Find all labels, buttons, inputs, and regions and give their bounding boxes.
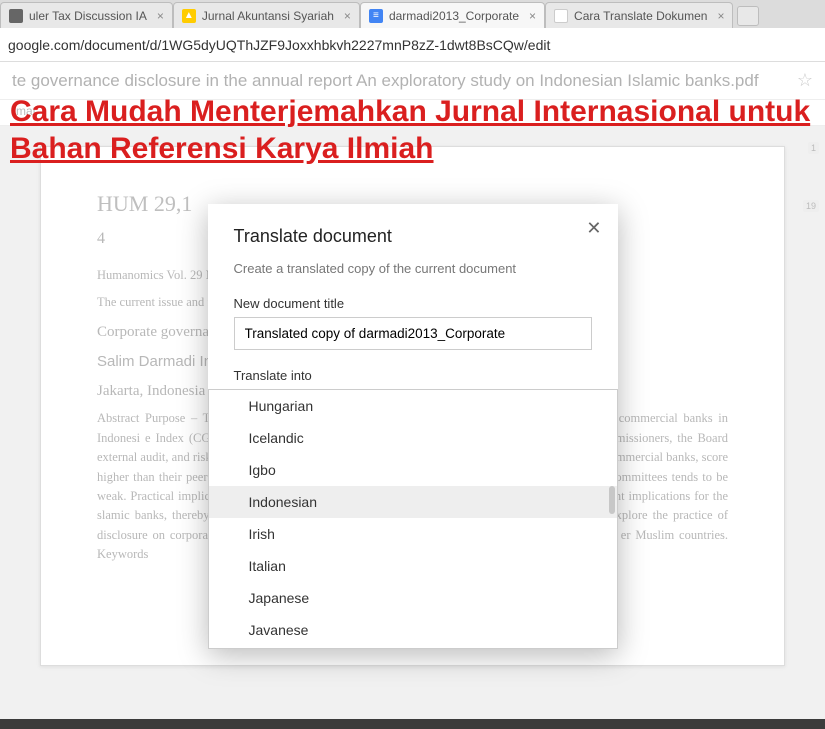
close-icon[interactable]: × [529, 9, 536, 23]
address-bar [0, 28, 825, 62]
tab-label: Jurnal Akuntansi Syariah [202, 9, 334, 23]
language-option[interactable]: Icelandic [209, 422, 617, 454]
language-option[interactable]: Japanese [209, 582, 617, 614]
bottom-bar [0, 719, 825, 729]
close-icon[interactable]: × [157, 9, 164, 23]
new-title-label: New document title [234, 296, 592, 311]
language-option[interactable]: Italian [209, 550, 617, 582]
ruler-mark: 19 [803, 200, 819, 212]
dialog-title: Translate document [234, 226, 592, 247]
language-option[interactable]: Igbo [209, 454, 617, 486]
browser-tab[interactable]: ▲ Jurnal Akuntansi Syariah × [173, 2, 360, 28]
browser-tab[interactable]: uler Tax Discussion IA × [0, 2, 173, 28]
language-dropdown[interactable]: HungarianIcelandicIgboIndonesianIrishIta… [208, 389, 618, 649]
dropdown-scrollbar[interactable] [609, 486, 615, 514]
new-tab-button[interactable] [737, 6, 759, 26]
new-title-input[interactable] [234, 317, 592, 350]
language-option[interactable]: Irish [209, 518, 617, 550]
tab-label: uler Tax Discussion IA [29, 9, 147, 23]
translate-into-label: Translate into [234, 368, 592, 383]
gdrive-icon: ▲ [182, 9, 196, 23]
language-option[interactable]: Kannada [209, 646, 617, 649]
url-input[interactable] [8, 37, 817, 53]
browser-tab-active[interactable]: ≡ darmadi2013_Corporate × [360, 2, 545, 28]
page-icon [554, 9, 568, 23]
language-option[interactable]: Hungarian [209, 390, 617, 422]
browser-tab[interactable]: Cara Translate Dokumen × [545, 2, 733, 28]
overlay-headline: Cara Mudah Menterjemahkan Jurnal Interna… [10, 94, 815, 167]
gdoc-icon: ≡ [369, 9, 383, 23]
tab-label: darmadi2013_Corporate [389, 9, 519, 23]
browser-tabstrip: uler Tax Discussion IA × ▲ Jurnal Akunta… [0, 0, 825, 28]
language-option[interactable]: Javanese [209, 614, 617, 646]
close-icon[interactable]: × [344, 9, 351, 23]
vertical-ruler: 1 19 [801, 142, 819, 666]
tab-favicon [9, 9, 23, 23]
star-icon[interactable]: ☆ [797, 70, 813, 91]
tab-label: Cara Translate Dokumen [574, 9, 707, 23]
translate-dialog: ✕ Translate document Create a translated… [208, 204, 618, 649]
doc-title[interactable]: te governance disclosure in the annual r… [12, 71, 759, 91]
close-icon[interactable]: ✕ [586, 218, 601, 239]
dialog-description: Create a translated copy of the current … [234, 261, 592, 276]
language-option[interactable]: Indonesian [209, 486, 617, 518]
close-icon[interactable]: × [717, 9, 724, 23]
